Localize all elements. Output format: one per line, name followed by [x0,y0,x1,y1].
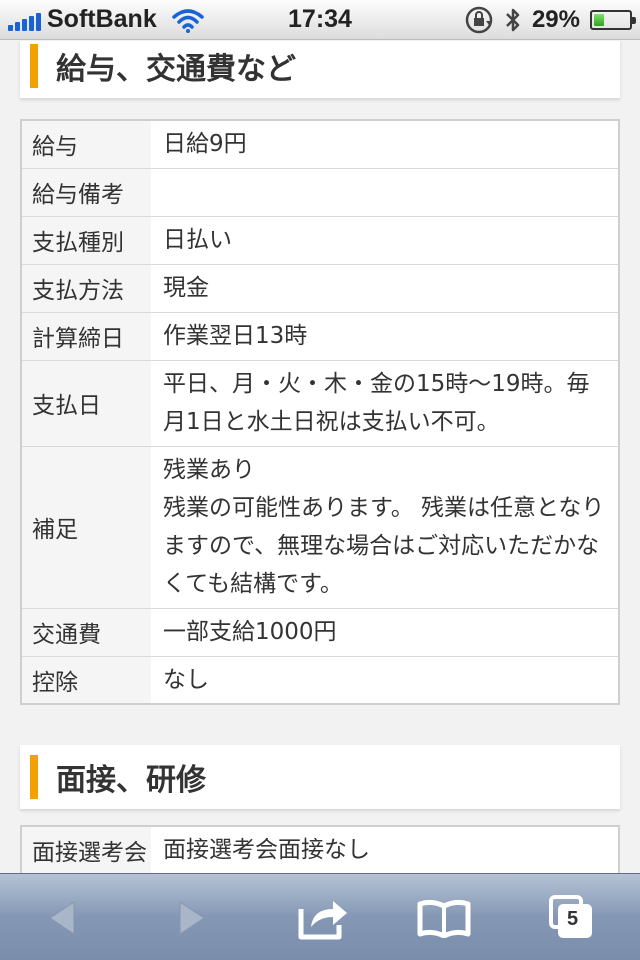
row-label: 給与 [21,120,151,169]
back-button[interactable] [34,888,94,948]
salary-table: 給与 日給9円 給与備考 支払種別 日払い 支払方法 現金 計算締日 作業翌日1… [20,119,620,705]
section-title: 給与、交通費など [56,52,296,87]
row-label: 計算締日 [21,312,151,361]
browser-toolbar: 5 [0,873,640,960]
share-button[interactable] [294,888,354,948]
signal-bars-icon [8,9,41,31]
table-row: 給与 日給9円 [21,120,619,169]
row-value: 平日、月・火・木・金の15時〜19時。毎月1日と水土日祝は支払い不可。 [151,360,619,447]
section-title: 面接、研修 [56,763,206,798]
section-accent-bar [30,755,38,799]
bookmarks-button[interactable] [414,888,474,948]
row-value: 日払い [151,216,619,265]
row-label: 支払方法 [21,264,151,313]
table-row: 支払日 平日、月・火・木・金の15時〜19時。毎月1日と水土日祝は支払い不可。 [21,360,619,447]
row-label: 補足 [21,446,151,609]
row-value: 現金 [151,264,619,313]
row-label: 控除 [21,656,151,704]
status-bar: SoftBank 17:34 29% [0,0,640,40]
table-row: 給与備考 [21,168,619,217]
section-accent-bar [30,44,38,88]
table-row: 支払種別 日払い [21,216,619,265]
row-label: 面接選考会 [21,826,151,873]
wifi-icon [171,8,204,33]
tabs-count: 5 [567,908,579,930]
row-label: 交通費 [21,608,151,657]
bookmarks-icon [417,899,471,938]
tabs-button[interactable]: 5 [542,888,602,948]
forward-arrow-icon [179,901,205,935]
table-row: 補足 残業あり 残業の可能性あります。 残業は任意となりますので、無理な場合はご… [21,446,619,609]
interview-table: 面接選考会 面接選考会面接なし [20,825,620,873]
row-value: 一部支給1000円 [151,608,619,657]
row-value: 残業あり 残業の可能性あります。 残業は任意となりますので、無理な場合はご対応い… [151,446,619,609]
row-value: 作業翌日13時 [151,312,619,361]
row-value: 日給9円 [151,120,619,169]
share-icon [298,901,347,940]
row-value: 面接選考会面接なし [151,826,619,873]
bluetooth-icon [506,8,520,32]
row-label: 支払種別 [21,216,151,265]
forward-button[interactable] [160,888,220,948]
row-value [151,168,619,217]
row-label: 給与備考 [21,168,151,217]
table-row: 支払方法 現金 [21,264,619,313]
page-content[interactable]: 給与、交通費など 給与 日給9円 給与備考 支払種別 日払い 支払方法 現金 計… [0,41,640,873]
row-value: なし [151,656,619,704]
table-row: 計算締日 作業翌日13時 [21,312,619,361]
back-arrow-icon [49,901,75,935]
table-row: 面接選考会 面接選考会面接なし [21,826,619,873]
rotation-lock-icon [465,6,493,34]
section-header-interview: 面接、研修 [20,745,620,809]
battery-icon [590,10,636,30]
battery-percent: 29% [531,6,580,33]
carrier-name: SoftBank [47,5,157,33]
battery-level [594,14,604,26]
row-label: 支払日 [21,360,151,447]
section-header-salary: 給与、交通費など [20,41,620,98]
table-row: 交通費 一部支給1000円 [21,608,619,657]
table-row: 控除 なし [21,656,619,704]
